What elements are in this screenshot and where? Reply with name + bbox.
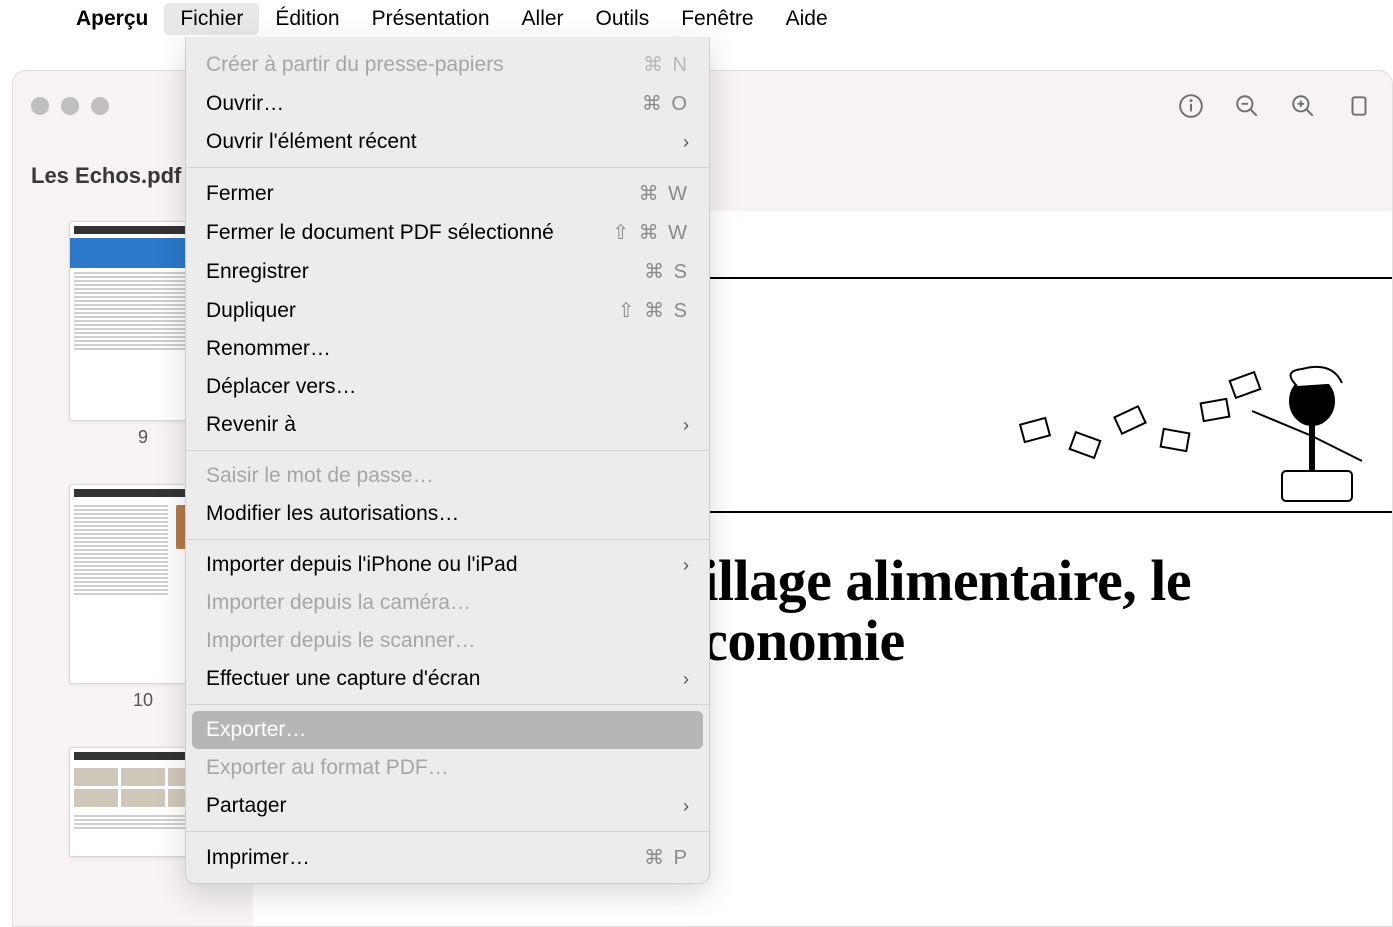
chevron-right-icon: › (683, 415, 689, 436)
menu-item-label: Importer depuis le scanner… (206, 629, 476, 653)
menu-item-label: Renommer… (206, 337, 331, 361)
menu-item[interactable]: Importer depuis l'iPhone ou l'iPad › (186, 546, 709, 584)
menu-item-label: Exporter… (206, 718, 306, 742)
menu-item: Créer à partir du presse-papiers ⌘ N (186, 45, 709, 84)
menu-item-label: Déplacer vers… (206, 375, 357, 399)
menubar-item-fenetre[interactable]: Fenêtre (665, 3, 769, 35)
menu-item[interactable]: Modifier les autorisations… (186, 495, 709, 533)
traffic-lights (31, 97, 109, 115)
menu-item-shortcut: ⌘ N (643, 52, 689, 77)
illustration (1002, 341, 1392, 511)
menu-item-label: Exporter au format PDF… (206, 756, 449, 780)
menu-item-label: Ouvrir l'élément récent (206, 130, 417, 154)
menu-item: Importer depuis la caméra… (186, 584, 709, 622)
menu-item-shortcut: ⌘ W (639, 181, 689, 206)
menu-item[interactable]: Imprimer… ⌘ P (186, 838, 709, 877)
menubar-app[interactable]: Aperçu (60, 3, 164, 35)
menu-item-label: Fermer (206, 182, 274, 206)
menubar-item-fichier[interactable]: Fichier (164, 3, 259, 35)
menu-item-shortcut: ⇧ ⌘ W (612, 220, 689, 245)
menu-separator (186, 704, 709, 705)
zoom-out-icon[interactable] (1232, 91, 1262, 121)
menu-item[interactable]: Dupliquer ⇧ ⌘ S (186, 291, 709, 330)
menu-item[interactable]: Déplacer vers… (186, 368, 709, 406)
zoom-in-icon[interactable] (1288, 91, 1318, 121)
menu-item-label: Créer à partir du presse-papiers (206, 53, 504, 77)
thumbnail-number: 9 (138, 427, 148, 448)
menu-item-shortcut: ⌘ S (644, 259, 689, 284)
menu-item: Saisir le mot de passe… (186, 457, 709, 495)
menu-item-label: Imprimer… (206, 846, 310, 870)
menu-item[interactable]: Ouvrir l'élément récent › (186, 123, 709, 161)
menu-item-label: Dupliquer (206, 299, 296, 323)
menu-item-shortcut: ⌘ O (642, 91, 689, 116)
menu-item[interactable]: Enregistrer ⌘ S (186, 252, 709, 291)
menu-item-label: Fermer le document PDF sélectionné (206, 221, 554, 245)
menu-item-label: Importer depuis la caméra… (206, 591, 471, 615)
thumbnail-number: 10 (133, 690, 153, 711)
zoom-button[interactable] (91, 97, 109, 115)
close-button[interactable] (31, 97, 49, 115)
minimize-button[interactable] (61, 97, 79, 115)
menubar-item-aller[interactable]: Aller (506, 3, 580, 35)
info-icon[interactable] (1176, 91, 1206, 121)
menubar: Aperçu Fichier Édition Présentation Alle… (0, 0, 1393, 37)
menu-item-label: Effectuer une capture d'écran (206, 667, 480, 691)
menubar-item-outils[interactable]: Outils (580, 3, 666, 35)
menu-separator (186, 450, 709, 451)
menu-item-label: Saisir le mot de passe… (206, 464, 434, 488)
menu-item-shortcut: ⌘ P (644, 845, 689, 870)
menu-item[interactable]: Exporter… (192, 711, 703, 749)
menubar-item-edition[interactable]: Édition (259, 3, 355, 35)
menu-separator (186, 167, 709, 168)
menu-item[interactable]: Revenir à › (186, 406, 709, 444)
menu-item: Exporter au format PDF… (186, 749, 709, 787)
menu-item[interactable]: Fermer ⌘ W (186, 174, 709, 213)
menu-item-label: Ouvrir… (206, 92, 284, 116)
menubar-item-aide[interactable]: Aide (770, 3, 844, 35)
menu-item[interactable]: Effectuer une capture d'écran › (186, 660, 709, 698)
menu-item[interactable]: Ouvrir… ⌘ O (186, 84, 709, 123)
document-name: Les Echos.pdf (31, 163, 181, 189)
chevron-right-icon: › (683, 669, 689, 690)
share-icon[interactable] (1344, 91, 1374, 121)
menubar-item-presentation[interactable]: Présentation (356, 3, 506, 35)
menu-item[interactable]: Partager › (186, 787, 709, 825)
chevron-right-icon: › (683, 132, 689, 153)
menu-item-label: Enregistrer (206, 260, 309, 284)
toolbar-right (1176, 71, 1374, 141)
chevron-right-icon: › (683, 796, 689, 817)
chevron-right-icon: › (683, 555, 689, 576)
menu-item-label: Importer depuis l'iPhone ou l'iPad (206, 553, 518, 577)
menu-item-label: Revenir à (206, 413, 296, 437)
menu-item[interactable]: Renommer… (186, 330, 709, 368)
menu-item-label: Modifier les autorisations… (206, 502, 459, 526)
menu-separator (186, 539, 709, 540)
menu-item[interactable]: Fermer le document PDF sélectionné ⇧ ⌘ W (186, 213, 709, 252)
menu-separator (186, 831, 709, 832)
menu-item: Importer depuis le scanner… (186, 622, 709, 660)
fichier-menu: Créer à partir du presse-papiers ⌘ N Ouvri… (185, 37, 710, 884)
menu-item-shortcut: ⇧ ⌘ S (618, 298, 689, 323)
menu-item-label: Partager (206, 794, 287, 818)
